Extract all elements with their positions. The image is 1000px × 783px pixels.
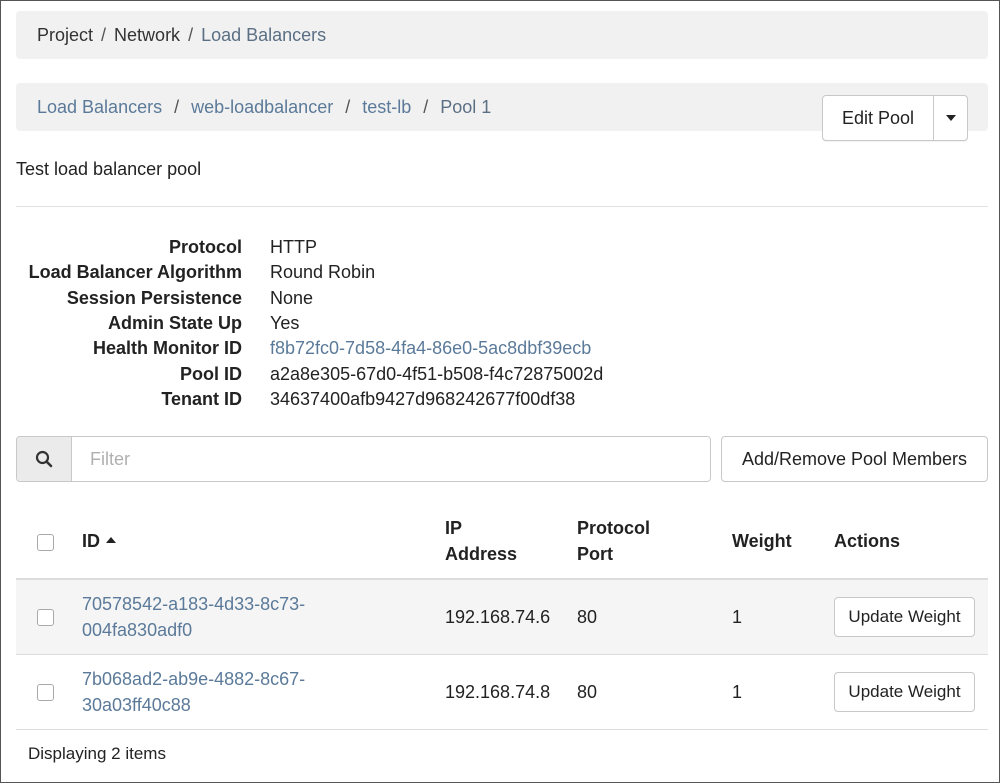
pool-breadcrumb-listener-link[interactable]: test-lb: [362, 97, 411, 118]
member-id-text: 30a03ff40c88: [82, 695, 191, 715]
update-weight-button[interactable]: Update Weight: [834, 597, 975, 637]
pool-breadcrumb-loadbalancer-link[interactable]: web-loadbalancer: [191, 97, 333, 118]
caret-down-icon: [945, 115, 956, 121]
column-header-protocol-port[interactable]: Protocol Port: [577, 515, 650, 567]
member-port: 80: [577, 607, 598, 627]
detail-row-session-persistence: Session Persistence None: [16, 286, 603, 311]
member-id-link[interactable]: 70578542-a183-4d33-8c73- 004fa830adf0: [82, 591, 305, 643]
detail-value: Round Robin: [270, 262, 376, 283]
pool-details: Protocol HTTP Load Balancer Algorithm Ro…: [16, 235, 604, 412]
select-all-checkbox[interactable]: [37, 534, 54, 551]
column-header-label: Address: [445, 544, 518, 564]
member-weight: 1: [732, 607, 743, 627]
member-id-text: 004fa830adf0: [82, 620, 193, 640]
sort-ascending-icon: [106, 537, 116, 543]
column-header-id-label: ID: [82, 531, 100, 551]
search-icon: [35, 450, 53, 468]
detail-label: Pool ID: [180, 363, 242, 384]
member-id-text: 70578542-a183-4d33-8c73-: [82, 594, 306, 614]
row-checkbox[interactable]: [37, 609, 54, 626]
detail-label: Admin State Up: [107, 313, 242, 334]
health-monitor-link[interactable]: f8b72fc0-7d58-4fa4-86e0-5ac8dbf39ecb: [270, 338, 591, 359]
detail-row-tenant-id: Tenant ID 34637400afb9427d968242677f00df…: [16, 387, 603, 412]
column-header-label: IP: [445, 518, 463, 538]
member-ip: 192.168.74.8: [445, 682, 551, 702]
pool-description: Test load balancer pool: [16, 159, 202, 179]
pool-breadcrumb-load-balancers-link[interactable]: Load Balancers: [37, 97, 162, 118]
search-button[interactable]: [17, 437, 72, 481]
breadcrumb: Project / Network / Load Balancers: [16, 11, 988, 59]
detail-row-protocol: Protocol HTTP: [16, 235, 603, 260]
breadcrumb-item-project[interactable]: Project: [37, 25, 93, 46]
detail-label: Load Balancer Algorithm: [28, 262, 242, 283]
table-footer-count: Displaying 2 items: [28, 744, 166, 763]
row-checkbox[interactable]: [37, 684, 54, 701]
detail-value: 34637400afb9427d968242677f00df38: [270, 388, 576, 409]
breadcrumb-separator: /: [423, 96, 429, 117]
table-row: 70578542-a183-4d33-8c73- 004fa830adf0 19…: [16, 580, 988, 655]
table-header: ID IP Address Protocol Port Weight Actio…: [16, 506, 988, 580]
edit-pool-button[interactable]: Edit Pool: [823, 96, 934, 140]
member-id-text: 7b068ad2-ab9e-4882-8c67-: [82, 669, 306, 689]
breadcrumb-separator: /: [188, 24, 194, 45]
detail-label: Tenant ID: [161, 388, 242, 409]
breadcrumb-item-load-balancers: Load Balancers: [201, 24, 327, 45]
detail-value: a2a8e305-67d0-4f51-b508-f4c72875002d: [270, 363, 604, 384]
breadcrumb-separator: /: [101, 24, 107, 45]
member-id-link[interactable]: 7b068ad2-ab9e-4882-8c67- 30a03ff40c88: [82, 666, 305, 718]
detail-row-admin-state: Admin State Up Yes: [16, 311, 603, 336]
detail-label: Protocol: [168, 237, 242, 258]
edit-pool-button-group: Edit Pool: [822, 95, 968, 141]
actions-dropdown-toggle[interactable]: [934, 96, 967, 140]
breadcrumb-separator: /: [174, 96, 180, 117]
detail-row-algorithm: Load Balancer Algorithm Round Robin: [16, 260, 603, 285]
column-header-actions: Actions: [834, 531, 901, 551]
detail-label: Health Monitor ID: [93, 338, 242, 359]
update-weight-button[interactable]: Update Weight: [834, 672, 975, 712]
detail-value: Yes: [270, 313, 300, 334]
column-header-label: Port: [577, 544, 613, 564]
detail-label: Session Persistence: [66, 287, 242, 308]
members-table: ID IP Address Protocol Port Weight Actio…: [16, 506, 988, 730]
breadcrumb-separator: /: [345, 96, 351, 117]
detail-value: None: [270, 287, 314, 308]
filter-group: [16, 436, 711, 482]
column-header-ip-address[interactable]: IP Address: [445, 515, 517, 567]
member-ip: 192.168.74.6: [445, 607, 551, 627]
member-port: 80: [577, 682, 598, 702]
breadcrumb-item-network[interactable]: Network: [114, 25, 180, 46]
pool-breadcrumb-current: Pool 1: [440, 96, 492, 117]
table-row: 7b068ad2-ab9e-4882-8c67- 30a03ff40c88 19…: [16, 655, 988, 730]
column-header-label: Protocol: [577, 518, 651, 538]
detail-value: HTTP: [270, 237, 317, 258]
detail-row-pool-id: Pool ID a2a8e305-67d0-4f51-b508-f4c72875…: [16, 361, 603, 386]
member-weight: 1: [732, 682, 743, 702]
divider: [16, 206, 988, 207]
add-remove-pool-members-button[interactable]: Add/Remove Pool Members: [721, 436, 988, 482]
filter-input[interactable]: [72, 437, 710, 481]
column-header-weight[interactable]: Weight: [732, 528, 792, 554]
column-header-id[interactable]: ID: [82, 528, 116, 554]
detail-row-health-monitor: Health Monitor ID f8b72fc0-7d58-4fa4-86e…: [16, 336, 603, 361]
